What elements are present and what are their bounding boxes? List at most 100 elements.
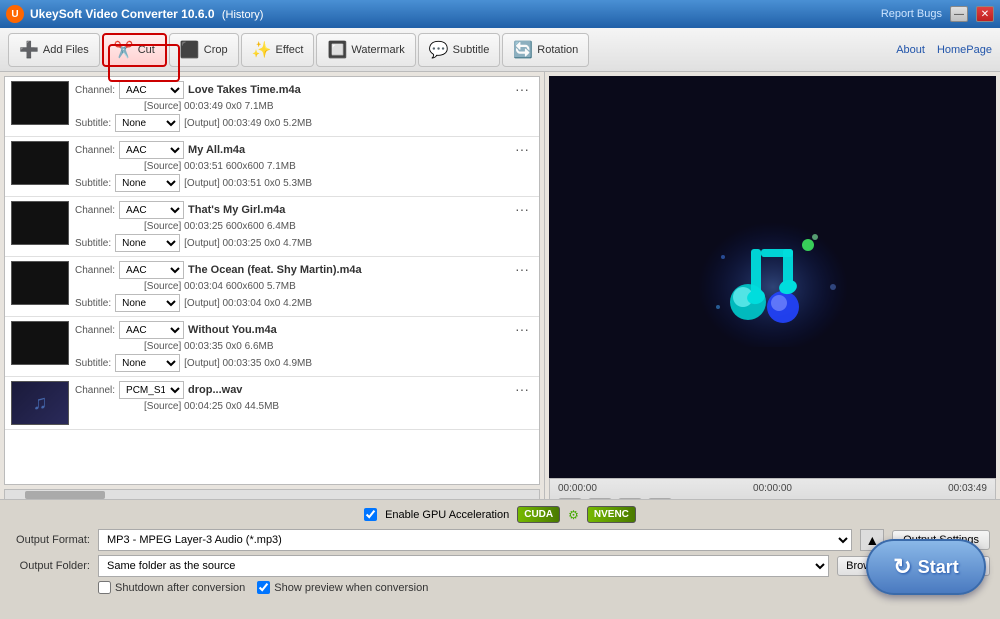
file-source-row: [Source] 00:03:04 600x600 5.7MB: [75, 281, 507, 292]
add-files-button[interactable]: ➕ Add Files: [8, 33, 100, 67]
channel-label: Channel:: [75, 265, 115, 276]
file-menu-button[interactable]: ···: [511, 141, 533, 157]
cut-button[interactable]: ✂️ Cut: [102, 33, 167, 67]
file-menu-button[interactable]: ···: [511, 261, 533, 277]
file-source-row: [Source] 00:03:35 0x0 6.6MB: [75, 341, 507, 352]
file-subtitle-row: Subtitle: None [Output] 00:03:49 0x0 5.2…: [75, 114, 507, 132]
file-thumbnail: [11, 201, 69, 245]
file-menu-button[interactable]: ···: [511, 81, 533, 97]
file-channel-row: Channel: AAC The Ocean (feat. Shy Martin…: [75, 261, 507, 279]
app-icon: U: [6, 5, 24, 23]
subtitle-button[interactable]: 💬 Subtitle: [418, 33, 501, 67]
main-area: Channel: AAC Love Takes Time.m4a [Source…: [0, 72, 1000, 529]
table-row[interactable]: Channel: AAC My All.m4a [Source] 00:03:5…: [5, 137, 539, 197]
file-source-row: [Source] 00:03:25 600x600 6.4MB: [75, 221, 507, 232]
history-label: (History): [222, 9, 264, 21]
table-row[interactable]: Channel: AAC That's My Girl.m4a [Source]…: [5, 197, 539, 257]
shutdown-option[interactable]: Shutdown after conversion: [98, 581, 245, 594]
nvenc-badge: NVENC: [587, 506, 636, 523]
time-center: 00:00:00: [753, 483, 792, 494]
options-row: Shutdown after conversion Show preview w…: [98, 581, 990, 594]
table-row[interactable]: Channel: AAC The Ocean (feat. Shy Martin…: [5, 257, 539, 317]
report-bugs-link[interactable]: Report Bugs: [881, 8, 942, 20]
source-info: [Source] 00:03:51 600x600 7.1MB: [144, 161, 296, 172]
toolbar-right: About HomePage: [896, 44, 992, 56]
cut-label: Cut: [138, 44, 155, 56]
channel-label: Channel:: [75, 325, 115, 336]
subtitle-label: Subtitle:: [75, 238, 111, 249]
close-button[interactable]: ✕: [976, 6, 994, 22]
channel-select[interactable]: PCM_S16LE: [119, 381, 184, 399]
file-controls: Channel: AAC The Ocean (feat. Shy Martin…: [75, 261, 507, 312]
channel-select[interactable]: AAC: [119, 321, 184, 339]
source-info: [Source] 00:04:25 0x0 44.5MB: [144, 401, 279, 412]
subtitle-label: Subtitle:: [75, 178, 111, 189]
file-channel-row: Channel: AAC Without You.m4a: [75, 321, 507, 339]
about-link[interactable]: About: [896, 44, 925, 56]
format-select[interactable]: MP3 - MPEG Layer-3 Audio (*.mp3): [98, 529, 852, 551]
channel-select[interactable]: AAC: [119, 141, 184, 159]
rotation-icon: 🔄: [513, 40, 533, 60]
file-menu-button[interactable]: ···: [511, 201, 533, 217]
watermark-button[interactable]: 🔲 Watermark: [316, 33, 415, 67]
file-name: My All.m4a: [188, 144, 245, 156]
gpu-checkbox[interactable]: [364, 508, 377, 521]
channel-select[interactable]: AAC: [119, 201, 184, 219]
table-row[interactable]: Channel: AAC Love Takes Time.m4a [Source…: [5, 77, 539, 137]
file-items-container: Channel: AAC Love Takes Time.m4a [Source…: [5, 77, 539, 430]
effect-button[interactable]: ✨ Effect: [241, 33, 315, 67]
folder-select[interactable]: Same folder as the source: [98, 555, 829, 577]
preview-option[interactable]: Show preview when conversion: [257, 581, 428, 594]
channel-label: Channel:: [75, 205, 115, 216]
preview-label: Show preview when conversion: [274, 582, 428, 594]
output-info: [Output] 00:03:49 0x0 5.2MB: [184, 118, 312, 129]
effect-label: Effect: [276, 44, 304, 56]
source-info: [Source] 00:03:04 600x600 5.7MB: [144, 281, 296, 292]
effect-icon: ✨: [252, 40, 272, 60]
file-controls: Channel: AAC Without You.m4a [Source] 00…: [75, 321, 507, 372]
folder-row: Output Folder: Same folder as the source…: [10, 555, 990, 577]
output-info: [Output] 00:03:25 0x0 4.7MB: [184, 238, 312, 249]
add-files-label: Add Files: [43, 44, 89, 56]
subtitle-select[interactable]: None: [115, 114, 180, 132]
channel-select[interactable]: AAC: [119, 81, 184, 99]
start-button[interactable]: ↻ Start: [866, 539, 986, 595]
rotation-button[interactable]: 🔄 Rotation: [502, 33, 589, 67]
file-subtitle-row: Subtitle: None [Output] 00:03:35 0x0 4.9…: [75, 354, 507, 372]
homepage-link[interactable]: HomePage: [937, 44, 992, 56]
crop-button[interactable]: ⬛ Crop: [169, 33, 239, 67]
subtitle-select[interactable]: None: [115, 174, 180, 192]
file-name: drop...wav: [188, 384, 242, 396]
output-info: [Output] 00:03:51 0x0 5.3MB: [184, 178, 312, 189]
shutdown-label: Shutdown after conversion: [115, 582, 245, 594]
preview-area: 00:00:00 00:00:00 00:03:49 ▶ ⏹ 📷 ▼ 🔊: [545, 72, 1000, 529]
file-channel-row: Channel: PCM_S16LE drop...wav: [75, 381, 507, 399]
watermark-label: Watermark: [351, 44, 404, 56]
output-info: [Output] 00:03:35 0x0 4.9MB: [184, 358, 312, 369]
table-row[interactable]: ♫ Channel: PCM_S16LE drop...wav [Source]…: [5, 377, 539, 430]
file-channel-row: Channel: AAC Love Takes Time.m4a: [75, 81, 507, 99]
format-label: Output Format:: [10, 534, 90, 546]
subtitle-select[interactable]: None: [115, 294, 180, 312]
preview-video: [549, 76, 996, 478]
subtitle-select[interactable]: None: [115, 234, 180, 252]
source-info: [Source] 00:03:35 0x0 6.6MB: [144, 341, 274, 352]
file-menu-button[interactable]: ···: [511, 321, 533, 337]
file-list-scroll[interactable]: Channel: AAC Love Takes Time.m4a [Source…: [4, 76, 540, 485]
subtitle-label: Subtitle: [453, 44, 490, 56]
table-row[interactable]: Channel: AAC Without You.m4a [Source] 00…: [5, 317, 539, 377]
watermark-icon: 🔲: [327, 40, 347, 60]
subtitle-label: Subtitle:: [75, 358, 111, 369]
channel-select[interactable]: AAC: [119, 261, 184, 279]
file-controls: Channel: AAC Love Takes Time.m4a [Source…: [75, 81, 507, 132]
toolbar: ➕ Add Files ✂️ Cut ⬛ Crop ✨ Effect 🔲 Wat…: [0, 28, 1000, 72]
file-thumbnail: [11, 141, 69, 185]
gpu-label: Enable GPU Acceleration: [385, 509, 509, 521]
subtitle-select[interactable]: None: [115, 354, 180, 372]
file-source-row: [Source] 00:04:25 0x0 44.5MB: [75, 401, 507, 412]
add-icon: ➕: [19, 40, 39, 60]
file-menu-button[interactable]: ···: [511, 381, 533, 397]
preview-checkbox[interactable]: [257, 581, 270, 594]
shutdown-checkbox[interactable]: [98, 581, 111, 594]
minimize-button[interactable]: —: [950, 6, 968, 22]
